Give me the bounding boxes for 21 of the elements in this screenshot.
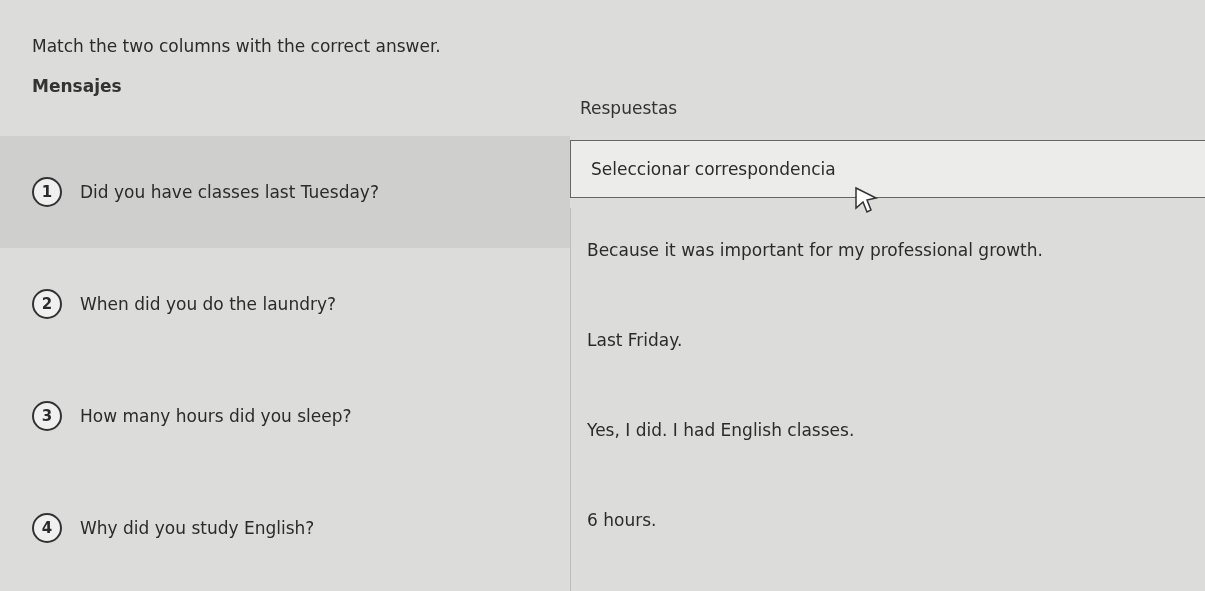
message-row[interactable]: 2 When did you do the laundry? — [0, 248, 570, 360]
message-row[interactable]: 3 How many hours did you sleep? — [0, 360, 570, 472]
instruction-text: Match the two columns with the correct answer. — [32, 36, 442, 56]
column-heading: Respuestas — [580, 98, 679, 118]
message-text: When did you do the laundry? — [80, 294, 337, 314]
answer-option[interactable]: Last Friday. — [587, 330, 1205, 420]
number-badge: 4 — [32, 513, 62, 543]
answer-option[interactable]: 6 hours. — [587, 510, 1205, 591]
message-text: How many hours did you sleep? — [80, 406, 352, 426]
answer-option[interactable]: Yes, I did. I had English classes. — [587, 420, 1205, 510]
mouse-pointer-icon — [854, 186, 880, 214]
number-badge: 1 — [32, 177, 62, 207]
column-heading: Mensajes — [32, 76, 123, 96]
message-row[interactable]: 4 Why did you study English? — [0, 472, 570, 584]
message-text: Why did you study English? — [80, 518, 315, 538]
answer-option[interactable]: Because it was important for my professional growth. — [587, 240, 1205, 330]
message-row[interactable]: 1 Did you have classes last Tuesday? — [0, 136, 570, 248]
match-dropdown[interactable]: Seleccionar correspondencia — [570, 140, 1205, 198]
message-text: Did you have classes last Tuesday? — [80, 182, 379, 202]
number-badge: 3 — [32, 401, 62, 431]
number-badge: 2 — [32, 289, 62, 319]
